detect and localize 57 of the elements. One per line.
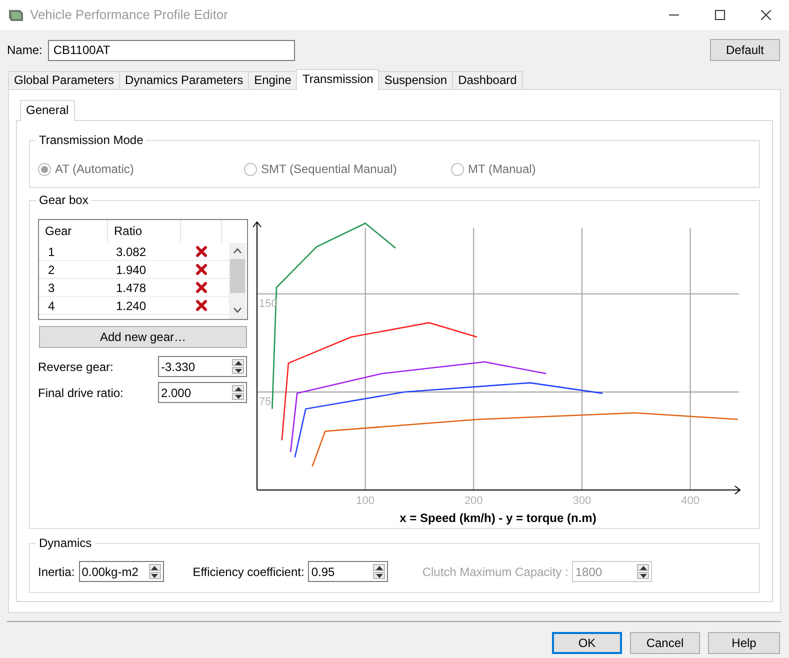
column-header: Ratio (108, 220, 181, 243)
spin-buttons[interactable] (371, 562, 388, 581)
field-label: Inertia: (38, 564, 75, 580)
app-icon (8, 8, 24, 22)
table-cell-text: 3 (47, 280, 56, 296)
field-label: Final drive ratio: (38, 384, 124, 402)
column-header: Gear (39, 220, 108, 243)
group-title: Dynamics (36, 536, 95, 550)
table-cell-text: 2 (47, 262, 56, 278)
table-cell-text: 4 (47, 298, 56, 314)
add-gear-button[interactable]: Add new gear… (39, 326, 247, 348)
field-label: Clutch Maximum Capacity : (422, 564, 568, 580)
default-button[interactable]: Default (710, 39, 780, 61)
tab[interactable]: Dashboard (452, 71, 523, 89)
dialog-button[interactable]: OK (552, 632, 622, 654)
spin-field[interactable]: 0.00kg-m2 (80, 562, 147, 581)
table-cell-text: 1 (47, 244, 56, 260)
spin-box[interactable]: -3.330 (158, 356, 247, 377)
spin-buttons[interactable] (230, 383, 246, 402)
table-cell-text: 1.240 (115, 298, 148, 314)
field-label: Efficiency coefficient: (192, 564, 304, 580)
spin-box[interactable]: 0.00kg-m2 (78, 561, 164, 582)
spin-field[interactable]: -3.330 (159, 357, 230, 376)
spin-buttons[interactable] (146, 562, 163, 581)
table-cell-text: 1.478 (115, 280, 148, 296)
tab[interactable]: Transmission (296, 69, 380, 90)
tick-label: 400 (681, 495, 700, 507)
tick-label: 200 (464, 495, 483, 507)
delete-icon[interactable] (196, 282, 207, 293)
tab[interactable]: General (20, 100, 75, 121)
tick-label: 300 (572, 495, 592, 507)
tab[interactable]: Suspension (378, 71, 454, 89)
window-title: Vehicle Performance Profile Editor (30, 6, 229, 24)
table-cell-text: 3.082 (115, 244, 148, 260)
table-cell-text: 1.940 (115, 262, 148, 278)
tab[interactable]: Global Parameters (8, 71, 120, 89)
axis-title: x = Speed (km/h) - y = torque (n.m) (400, 511, 596, 525)
name-field[interactable]: CB1100AT (48, 40, 296, 60)
tick-label: 75 (259, 396, 272, 408)
spin-field[interactable]: 2.000 (159, 383, 230, 402)
delete-icon[interactable] (196, 264, 207, 275)
dialog-button[interactable]: Cancel (630, 632, 700, 654)
scrollbar[interactable] (229, 243, 246, 319)
delete-icon[interactable] (196, 300, 207, 311)
name-label: Name: (7, 42, 42, 59)
group-title: Transmission Mode (36, 133, 146, 147)
spin-field[interactable]: 0.95 (309, 562, 372, 581)
field-label: Reverse gear: (38, 358, 114, 376)
group-title: Gear box (36, 193, 92, 207)
tab[interactable]: Engine (248, 71, 298, 89)
tick-label: 100 (356, 495, 374, 507)
tab[interactable]: Dynamics Parameters (119, 71, 250, 89)
spin-box[interactable]: 2.000 (158, 382, 247, 403)
spin-box[interactable]: 0.95 (308, 561, 388, 582)
dialog-button[interactable]: Help (708, 632, 780, 654)
spin-buttons[interactable] (230, 357, 246, 376)
delete-icon[interactable] (196, 246, 207, 257)
